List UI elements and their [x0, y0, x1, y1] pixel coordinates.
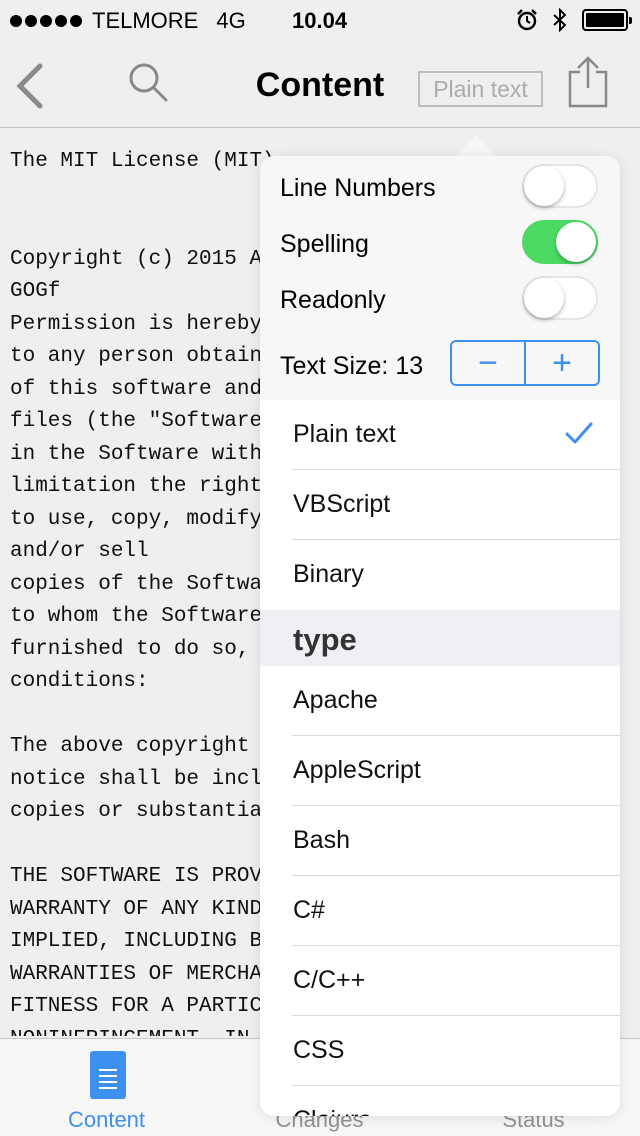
list-item-label: Apache: [293, 686, 378, 714]
decrease-text-size-button[interactable]: −: [452, 342, 526, 384]
list-item-label: C/C++: [293, 966, 366, 994]
list-item-label: CSS: [293, 1036, 345, 1064]
document-icon: [90, 1051, 126, 1099]
line-numbers-label: Line Numbers: [280, 174, 436, 202]
syntax-list: Plain text VBScript Binary type Apache A…: [260, 400, 620, 1116]
list-item[interactable]: Bash: [260, 806, 620, 876]
list-item[interactable]: Binary: [260, 540, 620, 610]
increase-text-size-button[interactable]: +: [526, 342, 598, 384]
section-header: type: [260, 610, 620, 666]
tab-label: Content: [67, 1107, 146, 1132]
list-item[interactable]: Plain text: [260, 400, 620, 470]
list-item[interactable]: C#: [260, 876, 620, 946]
list-item[interactable]: Apache: [260, 666, 620, 736]
line-numbers-toggle[interactable]: [522, 164, 598, 208]
list-item-label: C#: [293, 896, 325, 924]
list-item[interactable]: VBScript: [260, 470, 620, 540]
options-popover: Line Numbers Spelling Readonly Text Size…: [260, 156, 620, 1116]
text-size-label: Text Size: 13: [280, 352, 424, 380]
section-title: type: [293, 622, 357, 657]
readonly-toggle[interactable]: [522, 276, 598, 320]
options-panel: Line Numbers Spelling Readonly Text Size…: [260, 156, 620, 400]
list-item-label: AppleScript: [293, 756, 421, 784]
list-item-label: Clojure: [293, 1106, 372, 1116]
popover-arrow: [456, 135, 496, 157]
text-size-stepper: − +: [450, 340, 600, 386]
list-item-label: Bash: [293, 826, 350, 854]
list-item-label: VBScript: [293, 490, 391, 518]
list-item[interactable]: C/C++: [260, 946, 620, 1016]
list-item-label: Plain text: [293, 420, 396, 448]
list-item[interactable]: Clojure: [260, 1086, 620, 1116]
checkmark-icon: [565, 422, 593, 444]
readonly-label: Readonly: [280, 286, 386, 314]
spelling-toggle[interactable]: [522, 220, 598, 264]
list-item-label: Binary: [293, 560, 364, 588]
spelling-label: Spelling: [280, 230, 369, 258]
list-item[interactable]: CSS: [260, 1016, 620, 1086]
list-item[interactable]: AppleScript: [260, 736, 620, 806]
tab-content[interactable]: Content: [0, 1039, 213, 1136]
